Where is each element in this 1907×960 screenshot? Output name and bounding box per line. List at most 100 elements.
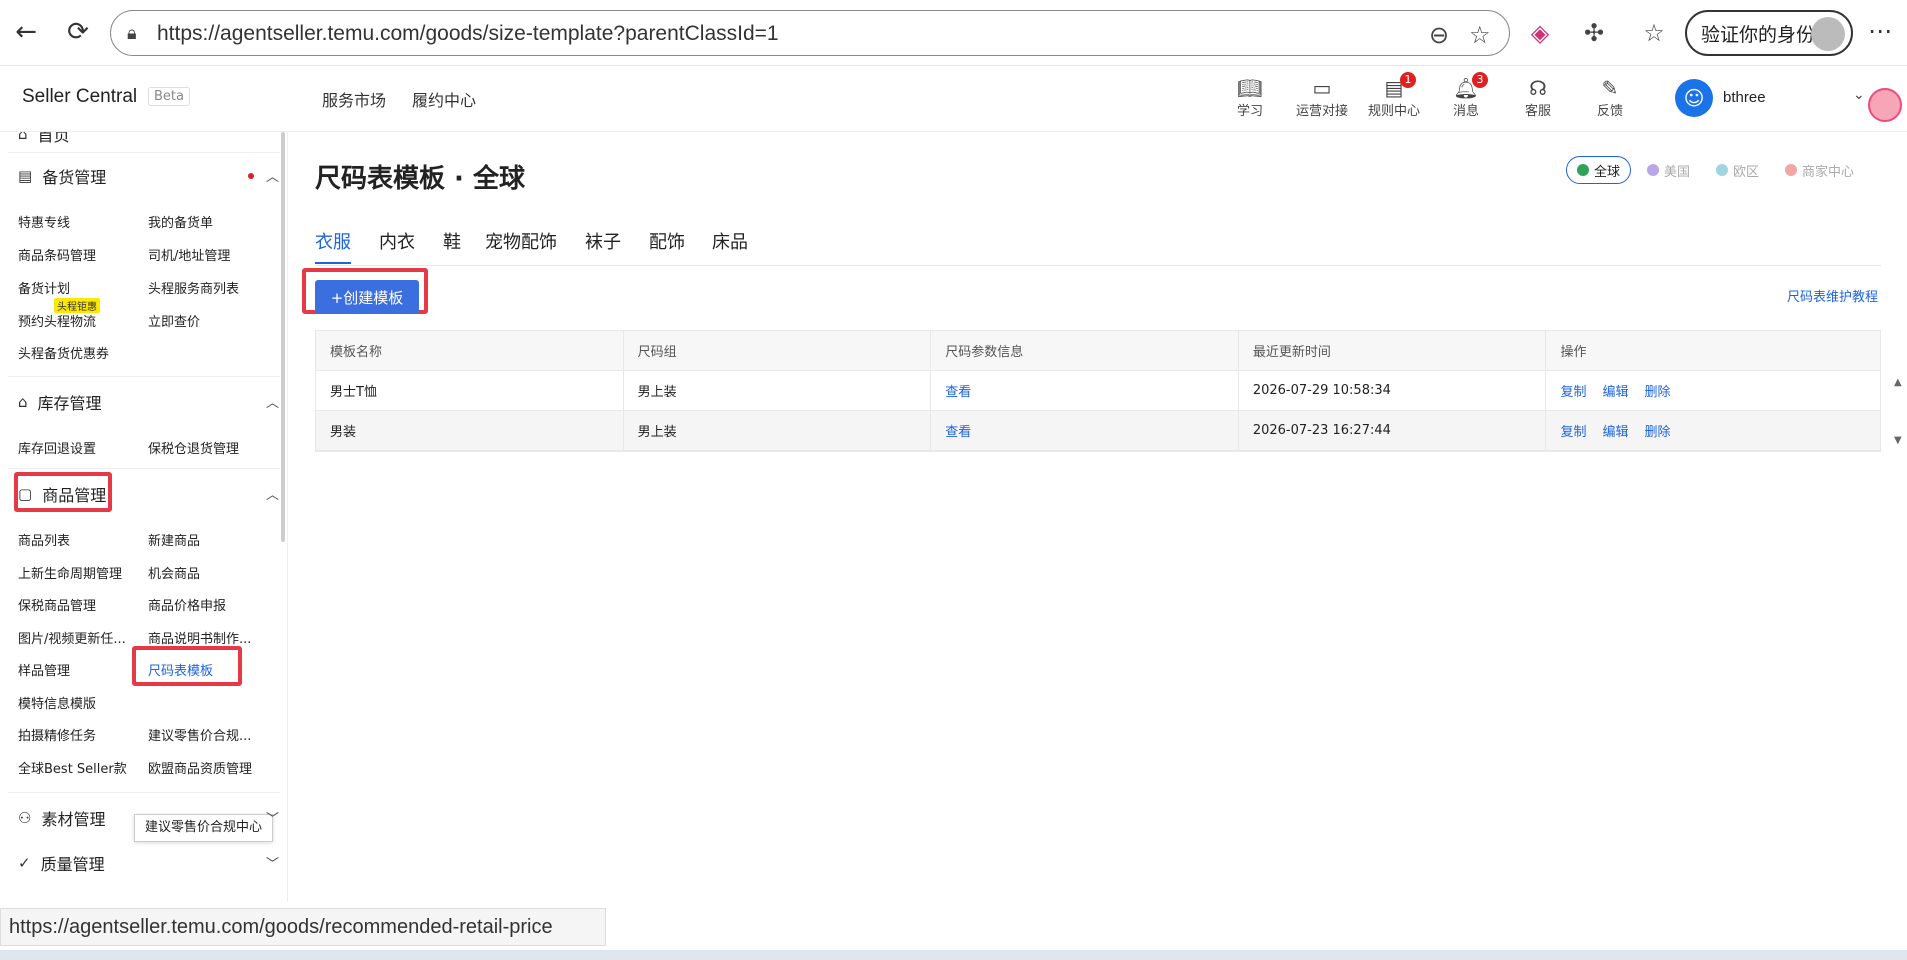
region-label: 商家中心 — [1802, 164, 1855, 180]
section-quality-management[interactable]: ✓ 质量管理 — [18, 851, 105, 875]
sidebar-item[interactable]: 商品列表 — [18, 530, 70, 549]
sidebar-item[interactable]: 欧盟商品资质管理 — [148, 758, 252, 777]
scroll-down-icon[interactable]: ▼ — [1894, 435, 1902, 446]
extension-icon[interactable]: ◈ — [1524, 17, 1556, 49]
delete-link[interactable]: 删除 — [1644, 381, 1670, 400]
tool-messages[interactable]: 🔔︎ 3 消息 — [1436, 72, 1496, 119]
sidebar-item-size-template[interactable]: 尺码表模板 — [148, 660, 213, 679]
edit-link[interactable]: 编辑 — [1602, 421, 1628, 440]
tab-socks[interactable]: 袜子 — [585, 228, 621, 254]
sidebar-item[interactable]: 机会商品 — [148, 563, 200, 582]
reload-icon[interactable]: ⟳ — [60, 14, 96, 50]
sidebar-item[interactable]: 预约头程物流 — [18, 311, 96, 330]
size-table-tutorial-link[interactable]: 尺码表维护教程 — [1787, 286, 1878, 305]
verify-identity-button[interactable]: 验证你的身份 — [1685, 10, 1853, 56]
extensions-puzzle-icon[interactable]: ✣ — [1578, 17, 1610, 49]
table-row: 男士T恤 男上装 查看 2026-07-29 10:58:34 复制 编辑 删除 — [316, 371, 1880, 411]
chevron-down-icon[interactable]: ﹀ — [266, 808, 279, 827]
view-link[interactable]: 查看 — [945, 421, 971, 440]
tab-shoes[interactable]: 鞋 — [443, 228, 461, 254]
sidebar-item[interactable]: 立即查价 — [148, 311, 200, 330]
chevron-up-icon[interactable]: ︿ — [266, 392, 279, 411]
sidebar-item[interactable]: 特惠专线 — [18, 212, 70, 231]
view-link[interactable]: 查看 — [945, 381, 971, 400]
edit-link[interactable]: 编辑 — [1602, 381, 1628, 400]
feedback-icon: ✎ — [1601, 76, 1619, 100]
url-text[interactable]: https://agentseller.temu.com/goods/size-… — [157, 22, 779, 46]
sidebar-item[interactable]: 图片/视频更新任... — [18, 628, 126, 647]
tab-accessories[interactable]: 配饰 — [649, 228, 685, 254]
create-template-button[interactable]: +创建模板 — [315, 280, 419, 314]
section-product-management[interactable]: ▢ 商品管理 — [18, 482, 106, 506]
more-menu-icon[interactable]: ⋯ — [1868, 17, 1892, 45]
region-merchant[interactable]: 商家中心 — [1775, 156, 1864, 184]
scroll-up-icon[interactable]: ▲ — [1894, 377, 1902, 388]
table-row: 男装 男上装 查看 2026-07-23 16:27:44 复制 编辑 删除 — [316, 411, 1880, 451]
divider — [8, 468, 280, 469]
sidebar-item[interactable]: 上新生命周期管理 — [18, 563, 122, 582]
sidebar-item[interactable]: 我的备货单 — [148, 212, 213, 231]
divider — [8, 376, 280, 377]
sidebar-item[interactable]: 全球Best Seller款 — [18, 758, 127, 777]
tool-rules[interactable]: ▤ 1 规则中心 — [1364, 72, 1424, 119]
chevron-up-icon[interactable]: ︿ — [266, 484, 279, 503]
sidebar-item[interactable]: 保税仓退货管理 — [148, 438, 239, 457]
sidebar-item[interactable]: 头程服务商列表 — [148, 278, 239, 297]
back-icon[interactable]: ← — [8, 14, 44, 50]
sidebar-item-home[interactable]: ⌂ 首页 — [18, 132, 70, 146]
copy-link[interactable]: 复制 — [1560, 381, 1586, 400]
user-menu[interactable]: ☺ bthree ⌄ — [1675, 79, 1895, 119]
assistant-avatar[interactable] — [1868, 88, 1902, 122]
table-header: 模板名称 尺码组 尺码参数信息 最近更新时间 操作 — [316, 331, 1880, 371]
sidebar-scrollbar[interactable] — [281, 132, 285, 542]
region-us[interactable]: 美国 — [1637, 156, 1700, 184]
sidebar-item[interactable]: 商品价格申报 — [148, 595, 226, 614]
chevron-up-icon[interactable]: ︿ — [266, 166, 279, 185]
sidebar-item-label: 首页 — [37, 132, 70, 145]
sidebar-item[interactable]: 保税商品管理 — [18, 595, 96, 614]
check-circle-icon: ✓ — [18, 854, 31, 872]
sidebar-item[interactable]: 拍摄精修任务 — [18, 725, 96, 744]
tool-label: 客服 — [1524, 104, 1551, 119]
tab-bedding[interactable]: 床品 — [712, 228, 748, 254]
sidebar-item[interactable]: 商品条码管理 — [18, 245, 96, 264]
zoom-icon[interactable]: ⊖ — [1429, 21, 1449, 49]
section-inventory-management[interactable]: ⌂ 库存管理 — [18, 390, 102, 414]
nav-service-market[interactable]: 服务市场 — [322, 87, 386, 111]
section-stock-management[interactable]: ▤ 备货管理 — [18, 164, 106, 188]
nav-fulfillment-center[interactable]: 履约中心 — [412, 87, 476, 111]
tab-pet-accessories[interactable]: 宠物配饰 — [485, 228, 557, 254]
column-header: 操作 — [1560, 345, 1587, 360]
bag-icon: ▢ — [18, 485, 33, 503]
lock-icon: 🔒︎ — [127, 23, 137, 44]
column-header: 最近更新时间 — [1239, 331, 1547, 370]
region-global[interactable]: 全球 — [1566, 156, 1632, 184]
sidebar-item[interactable]: 库存回退设置 — [18, 438, 96, 457]
sidebar-item[interactable]: 司机/地址管理 — [148, 245, 230, 264]
section-material-management[interactable]: ⚇ 素材管理 — [18, 806, 105, 830]
tool-operations[interactable]: ▭ 运营对接 — [1292, 76, 1352, 119]
region-eu[interactable]: 欧区 — [1706, 156, 1769, 184]
browser-toolbar: ← ⟳ 🔒︎ https://agentseller.temu.com/good… — [0, 0, 1907, 66]
sidebar-item[interactable]: 新建商品 — [148, 530, 200, 549]
updated-time: 2026-07-29 10:58:34 — [1239, 371, 1547, 410]
address-bar[interactable]: 🔒︎ https://agentseller.temu.com/goods/si… — [110, 10, 1510, 56]
tool-customer-service[interactable]: ☊ 客服 — [1508, 76, 1568, 119]
copy-link[interactable]: 复制 — [1560, 421, 1586, 440]
sidebar-item[interactable]: 头程备货优惠券 — [18, 343, 109, 362]
tab-clothing[interactable]: 衣服 — [315, 228, 351, 264]
delete-link[interactable]: 删除 — [1644, 421, 1670, 440]
chevron-down-icon[interactable]: ﹀ — [266, 853, 279, 872]
favorites-icon[interactable]: ☆ — [1638, 17, 1670, 49]
tool-learn[interactable]: 📖︎ 学习 — [1220, 76, 1280, 119]
sidebar-item[interactable]: 模特信息模版 — [18, 693, 96, 712]
favorite-star-icon[interactable]: ☆ — [1469, 21, 1491, 49]
sidebar-item[interactable]: 样品管理 — [18, 660, 70, 679]
sidebar-item[interactable]: 备货计划 — [18, 278, 70, 297]
tab-underwear[interactable]: 内衣 — [379, 228, 415, 254]
tool-feedback[interactable]: ✎ 反馈 — [1580, 76, 1640, 119]
sidebar-item[interactable]: 商品说明书制作... — [148, 628, 251, 647]
sidebar: ⌂ 首页 ▤ 备货管理 ︿ 特惠专线 我的备货单 商品条码管理 司机/地址管理 … — [0, 132, 288, 902]
tool-label: 消息 — [1452, 104, 1479, 119]
sidebar-item[interactable]: 建议零售价合规... — [148, 725, 251, 744]
